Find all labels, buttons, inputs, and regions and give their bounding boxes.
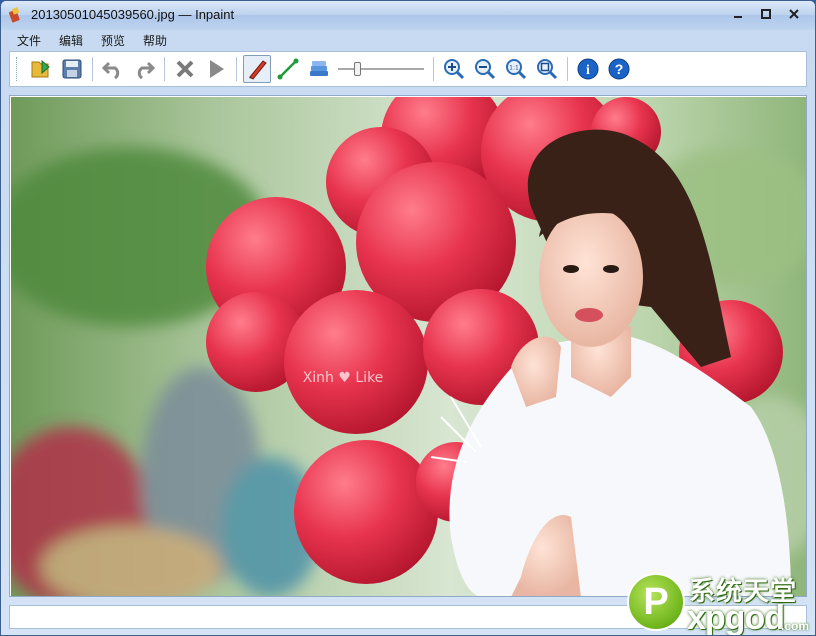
slider-thumb[interactable] [354,62,361,76]
zoom-actual-label: 1:1 [509,65,519,72]
save-button[interactable] [58,55,86,83]
erase-icon [176,60,194,78]
menu-help[interactable]: 帮助 [135,32,177,49]
menu-file[interactable]: 文件 [9,32,51,49]
maximize-icon [761,9,771,19]
marker-button[interactable] [243,55,271,83]
toolbar: 1:1 i ? [9,51,807,87]
info-glyph: i [586,63,590,78]
toolbar-separator [567,57,568,81]
zoom-fit-button[interactable] [533,55,561,83]
menu-edit[interactable]: 编辑 [51,32,93,49]
image-canvas[interactable]: Xinh ♥ Like [9,95,807,597]
close-icon [789,9,799,19]
line-icon [277,58,299,80]
layers-button[interactable] [305,55,333,83]
undo-icon [101,61,120,80]
brush-size-slider[interactable] [338,59,424,79]
photo[interactable]: Xinh ♥ Like [11,97,807,597]
minimize-button[interactable] [725,5,751,23]
toolbar-separator [164,57,165,81]
help-glyph: ? [615,61,624,77]
open-button[interactable] [27,55,55,83]
watermark-logo: P [627,573,685,631]
redo-button[interactable] [130,55,158,83]
info-button[interactable]: i [574,55,602,83]
app-icon [8,7,20,23]
toolbar-separator [92,57,93,81]
zoom-actual-button[interactable]: 1:1 [502,55,530,83]
zoom-actual-icon: 1:1 [506,59,527,80]
marker-icon [249,60,267,80]
zoom-out-icon [475,59,496,80]
toolbar-separator [433,57,434,81]
redo-icon [137,61,156,80]
minimize-icon [734,16,742,18]
zoom-in-icon [444,59,465,80]
menu-preview[interactable]: 预览 [93,32,135,49]
zoom-fit-icon [537,59,558,80]
line-button[interactable] [274,55,302,83]
save-icon [62,59,82,79]
slider-track [338,68,424,70]
watermark-latin-text: xpgod [687,599,785,636]
window-title: 20130501045039560.jpg — Inpaint [31,7,235,22]
open-icon [31,59,50,78]
site-watermark: P 系统天堂 xpgod .com [625,563,815,635]
run-icon [210,60,224,78]
undo-button[interactable] [99,55,127,83]
info-icon: i [577,58,599,80]
run-button[interactable] [202,55,230,83]
zoom-out-button[interactable] [471,55,499,83]
app-window: 20130501045039560.jpg — Inpaint 文件 编辑 预览… [0,0,816,636]
title-bar[interactable]: 20130501045039560.jpg — Inpaint [1,1,815,29]
watermark-domain-suffix: .com [780,619,809,633]
layers-icon [310,61,328,76]
help-icon: ? [608,58,630,80]
toolbar-grip[interactable] [16,57,21,81]
menu-bar: 文件 编辑 预览 帮助 [9,30,807,50]
close-button[interactable] [781,5,807,23]
toolbar-separator [236,57,237,81]
erase-button[interactable] [171,55,199,83]
zoom-in-button[interactable] [440,55,468,83]
maximize-button[interactable] [753,5,779,23]
image-caption: Xinh ♥ Like [303,370,384,386]
help-button[interactable]: ? [605,55,633,83]
